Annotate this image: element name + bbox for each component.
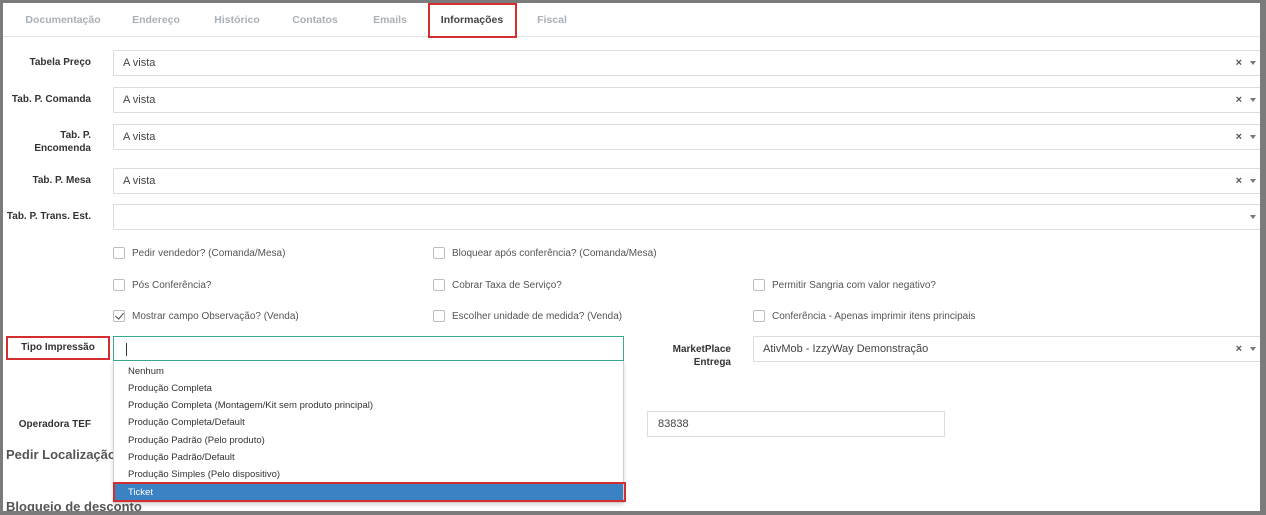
tab-mesa-value: A vista (123, 175, 156, 187)
tabela-preco-value: A vista (123, 57, 156, 69)
tab-comanda-value: A vista (123, 94, 156, 106)
chevron-down-icon[interactable] (1250, 135, 1256, 139)
dropdown-option[interactable]: Produção Completa/Default (114, 414, 623, 431)
ticket-option-highlight (113, 482, 626, 502)
tab-comanda-label: Tab. P. Comanda (11, 94, 91, 105)
checkbox-label: Conferência - Apenas imprimir itens prin… (772, 311, 976, 322)
checkbox-pos-conferencia[interactable]: Pós Conferência? (113, 279, 413, 295)
tipo-impressao-highlight (6, 336, 110, 360)
chevron-down-icon[interactable] (1250, 61, 1256, 65)
checkbox-box[interactable] (113, 279, 125, 291)
tabela-preco-select[interactable]: A vista × (113, 50, 1260, 76)
tab-mesa-label: Tab. P. Mesa (32, 175, 91, 186)
tab-comanda-select[interactable]: A vista × (113, 87, 1260, 113)
tabela-preco-label: Tabela Preço (29, 57, 91, 68)
checkbox-escolher-unidade[interactable]: Escolher unidade de medida? (Venda) (433, 310, 733, 326)
clear-icon[interactable]: × (1236, 125, 1242, 149)
marketplace-label-line2: Entrega (693, 357, 731, 368)
chevron-down-icon[interactable] (1250, 98, 1256, 102)
dropdown-option[interactable]: Produção Completa (114, 380, 623, 397)
checkbox-box[interactable] (753, 310, 765, 322)
checkbox-bloquear-apos-conferencia[interactable]: Bloquear após conferência? (Comanda/Mesa… (433, 247, 733, 263)
operadora-tef-value: 83838 (658, 418, 689, 430)
checkbox-box[interactable] (113, 247, 125, 259)
tab-encomenda-label-line2: Encomenda (34, 143, 91, 154)
tab-contatos[interactable]: Contatos (286, 3, 344, 37)
checkbox-cobrar-taxa-servico[interactable]: Cobrar Taxa de Serviço? (433, 279, 733, 295)
operadora-tef-label: Operadora TEF (18, 419, 91, 430)
checkbox-label: Mostrar campo Observação? (Venda) (132, 311, 299, 322)
dropdown-option[interactable]: Produção Completa (Montagem/Kit sem prod… (114, 397, 623, 414)
chevron-down-icon[interactable] (1250, 179, 1256, 183)
active-tab-highlight (428, 3, 517, 38)
clear-icon[interactable]: × (1236, 337, 1242, 361)
tab-documentacao[interactable]: Documentação (17, 3, 109, 37)
checkbox-label: Permitir Sangria com valor negativo? (772, 280, 936, 291)
tab-emails[interactable]: Emails (365, 3, 415, 37)
checkbox-label: Cobrar Taxa de Serviço? (452, 280, 562, 291)
dropdown-option[interactable]: Produção Padrão (Pelo produto) (114, 432, 623, 449)
clear-icon[interactable]: × (1236, 51, 1242, 75)
checkbox-box[interactable] (433, 247, 445, 259)
checkbox-mostrar-observacao[interactable]: Mostrar campo Observação? (Venda) (113, 310, 413, 326)
checkbox-label: Bloquear após conferência? (Comanda/Mesa… (452, 248, 657, 259)
pedir-localizacao-heading: Pedir Localização ( (6, 447, 124, 462)
clear-icon[interactable]: × (1236, 88, 1242, 112)
tab-encomenda-value: A vista (123, 131, 156, 143)
dropdown-option[interactable]: Produção Padrão/Default (114, 449, 623, 466)
chevron-down-icon[interactable] (1250, 347, 1256, 351)
marketplace-label: MarketPlace Entrega (633, 343, 731, 369)
checkbox-box-checked[interactable] (113, 310, 125, 322)
tab-endereco[interactable]: Endereço (127, 3, 185, 37)
dropdown-option[interactable]: Nenhum (114, 363, 623, 380)
checkbox-permitir-sangria[interactable]: Permitir Sangria com valor negativo? (753, 279, 1053, 295)
marketplace-value: AtivMob - IzzyWay Demonstração (763, 343, 929, 355)
window-frame: Documentação Endereço Histórico Contatos… (0, 0, 1266, 515)
tab-trans-label: Tab. P. Trans. Est. (6, 211, 91, 222)
tab-mesa-select[interactable]: A vista × (113, 168, 1260, 194)
tab-fiscal[interactable]: Fiscal (529, 3, 575, 37)
tab-bar: Documentação Endereço Histórico Contatos… (3, 3, 1260, 37)
text-cursor (126, 343, 127, 356)
checkbox-box[interactable] (433, 279, 445, 291)
tab-encomenda-label: Tab. P. Encomenda (3, 129, 91, 155)
tab-trans-select[interactable] (113, 204, 1260, 230)
tab-encomenda-select[interactable]: A vista × (113, 124, 1260, 150)
operadora-tef-input[interactable]: 83838 (647, 411, 945, 437)
checkbox-box[interactable] (753, 279, 765, 291)
clear-icon[interactable]: × (1236, 169, 1242, 193)
checkbox-conferencia-itens-principais[interactable]: Conferência - Apenas imprimir itens prin… (753, 310, 1073, 326)
checkbox-box[interactable] (433, 310, 445, 322)
tab-historico[interactable]: Histórico (208, 3, 266, 37)
checkbox-label: Escolher unidade de medida? (Venda) (452, 311, 623, 322)
marketplace-select[interactable]: AtivMob - IzzyWay Demonstração × (753, 336, 1260, 362)
chevron-down-icon[interactable] (1250, 215, 1256, 219)
checkbox-label: Pós Conferência? (132, 280, 212, 291)
marketplace-label-line1: MarketPlace (672, 344, 731, 355)
dropdown-option[interactable]: Produção Simples (Pelo dispositivo) (114, 466, 623, 483)
checkbox-label: Pedir vendedor? (Comanda/Mesa) (132, 248, 286, 259)
tipo-impressao-search-input[interactable] (113, 336, 624, 361)
checkbox-pedir-vendedor[interactable]: Pedir vendedor? (Comanda/Mesa) (113, 247, 413, 263)
tab-encomenda-label-line1: Tab. P. (60, 130, 91, 141)
